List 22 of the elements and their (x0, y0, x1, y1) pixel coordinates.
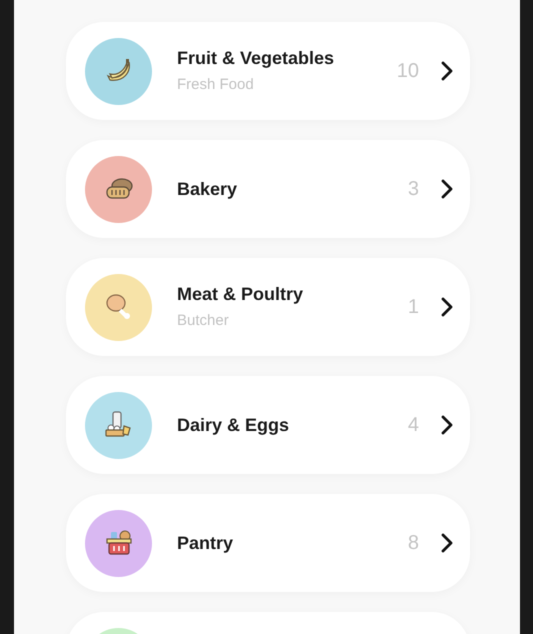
chevron-right-icon (441, 179, 453, 199)
category-title: Meat & Poultry (177, 283, 304, 306)
chevron-right-icon (441, 61, 453, 81)
category-title: Pantry (177, 532, 234, 554)
chevron-right-icon (441, 533, 453, 553)
chevron-right-icon (441, 297, 453, 317)
category-title: Dairy & Eggs (177, 414, 290, 436)
category-title: Fruit & Vegetables (177, 47, 336, 70)
item-count: 3 (408, 177, 419, 202)
item-count: 10 (396, 59, 419, 84)
category-card[interactable]: Fruit & Vegetables Fresh Food 10 (66, 22, 470, 120)
category-subtitle: Fresh Food (177, 76, 255, 95)
category-title: Bakery (177, 178, 238, 200)
chevron-right-icon (441, 415, 453, 435)
category-card[interactable]: Pantry 8 (66, 494, 470, 592)
category-subtitle: Butcher (177, 312, 230, 331)
item-count: 1 (408, 295, 419, 320)
item-count: 4 (408, 413, 419, 438)
category-card[interactable]: Meat & Poultry Butcher 1 (66, 258, 470, 356)
category-card[interactable]: Dairy & Eggs 4 (66, 376, 470, 474)
category-card[interactable]: Bakery 3 (66, 140, 470, 238)
item-count: 8 (408, 531, 419, 556)
